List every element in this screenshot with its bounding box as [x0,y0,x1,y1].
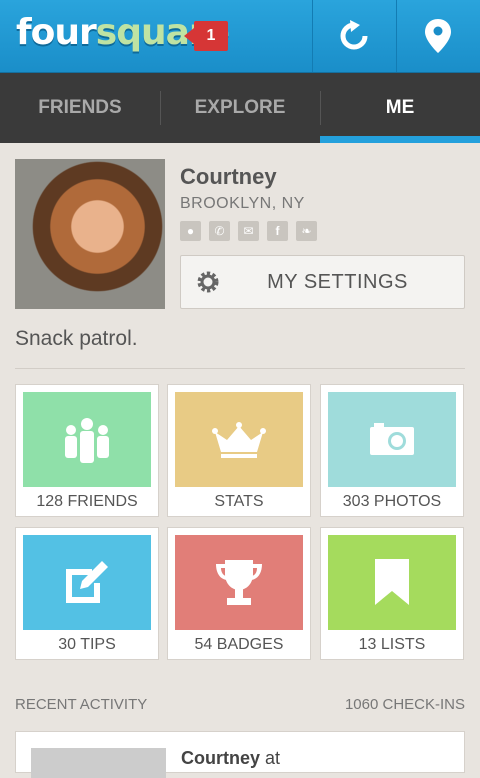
tile-label: 13 LISTS [358,636,426,653]
tile-label: 54 BADGES [194,636,284,653]
tile-label: 128 FRIENDS [36,493,138,510]
stats-tile-art [175,392,303,487]
email-icon[interactable]: ✉ [238,221,259,241]
recent-activity-header: RECENT ACTIVITY 1060 CHECK-INS [15,696,465,713]
activity-text: Courtney at [181,748,280,769]
tile-badges[interactable]: 54 BADGES [167,527,311,660]
recent-activity-title: RECENT ACTIVITY [15,696,148,713]
tab-explore[interactable]: EXPLORE [160,73,320,143]
profile-bio: Snack patrol. [15,327,138,350]
activity-thumbnail [31,748,166,778]
activity-suffix: at [260,748,281,768]
refresh-button[interactable] [312,0,395,72]
profile-location: BROOKLYN, NY [180,195,305,212]
location-pin-icon [425,19,451,53]
lists-tile-art [328,535,456,630]
contact-icons: ● ✆ ✉ f ❧ [180,221,317,241]
app-header: foursquare 1 [0,0,480,73]
crown-icon [212,421,266,458]
tile-label: 303 PHOTOS [342,493,442,510]
friends-tile-art [23,392,151,487]
location-button[interactable] [396,0,479,72]
settings-label: MY SETTINGS [267,270,408,293]
bookmark-icon [375,558,409,605]
tab-me[interactable]: ME [320,73,480,143]
tile-stats[interactable]: STATS [167,384,311,517]
profile-photo[interactable] [15,159,165,309]
facebook-icon[interactable]: f [267,221,288,241]
badges-tile-art [175,535,303,630]
activity-user: Courtney [181,748,261,768]
tile-photos[interactable]: 303 PHOTOS [320,384,464,517]
tile-friends[interactable]: 128 FRIENDS [15,384,159,517]
tile-label: STATS [214,493,264,510]
refresh-icon [340,20,368,50]
gear-icon [197,271,219,293]
tile-lists[interactable]: 13 LISTS [320,527,464,660]
trophy-icon [216,559,262,605]
tile-tips[interactable]: 30 TIPS [15,527,159,660]
main-tabs: FRIENDS EXPLORE ME [0,73,480,143]
profile-name: Courtney [180,164,277,189]
activity-card[interactable]: Courtney at [15,731,465,778]
photos-tile-art [328,392,456,487]
friends-icon [65,417,109,463]
edit-icon [66,560,108,603]
checkins-count[interactable]: 1060 CHECK-INS [345,696,465,713]
tile-label: 30 TIPS [58,636,116,653]
divider [15,368,465,369]
notification-badge[interactable]: 1 [184,21,228,51]
tab-friends[interactable]: FRIENDS [0,73,160,143]
tips-tile-art [23,535,151,630]
phone-icon[interactable]: ✆ [209,221,230,241]
chat-icon[interactable]: ● [180,221,201,241]
my-settings-button[interactable]: MY SETTINGS [180,255,465,309]
camera-icon [370,422,414,455]
twitter-icon[interactable]: ❧ [296,221,317,241]
